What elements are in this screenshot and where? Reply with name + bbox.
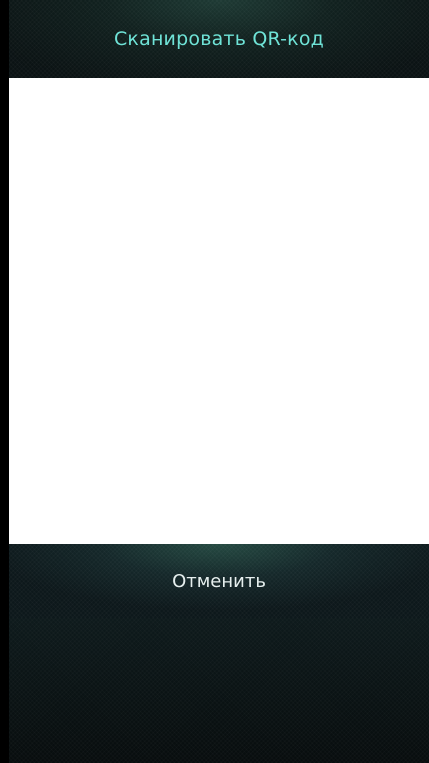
bottom-panel	[9, 618, 429, 763]
camera-preview[interactable]	[9, 78, 429, 544]
qr-scan-screen: Сканировать QR-код Отменить	[0, 0, 429, 763]
cancel-button-label: Отменить	[172, 570, 266, 592]
page-title: Сканировать QR-код	[113, 28, 325, 50]
cancel-button[interactable]: Отменить	[9, 544, 429, 618]
header-bar: Сканировать QR-код	[9, 0, 429, 78]
